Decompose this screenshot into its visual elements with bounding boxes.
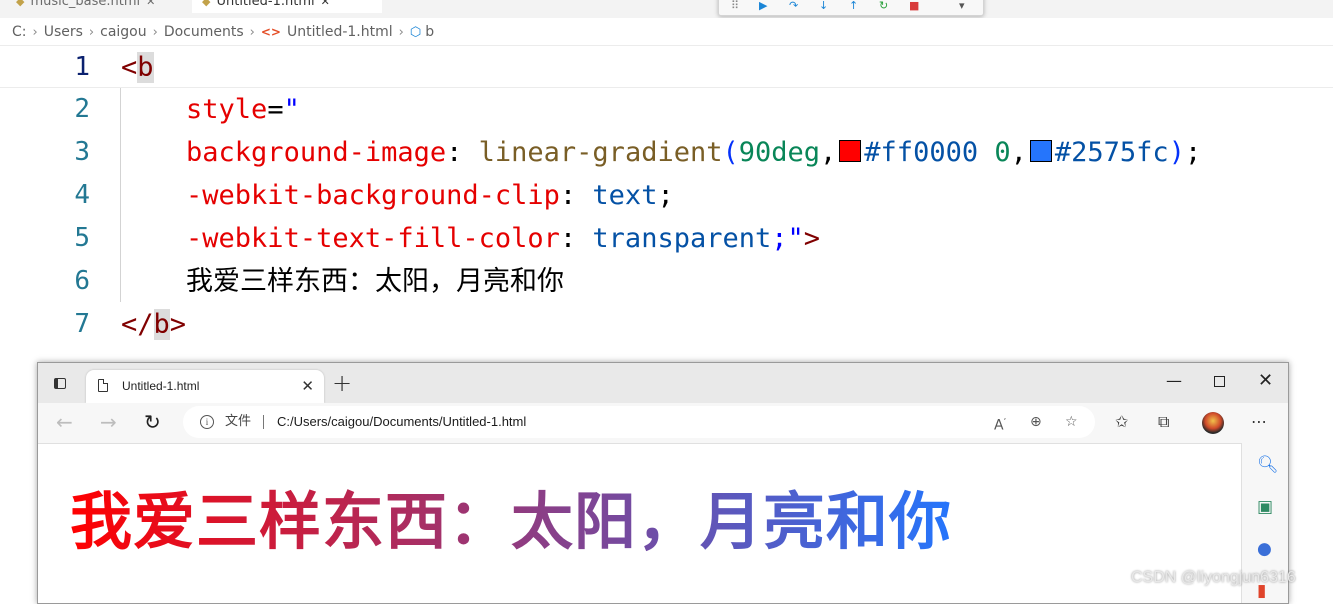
tab-actions-icon[interactable] xyxy=(54,378,66,389)
code-line[interactable]: 2 style=" xyxy=(0,88,1333,131)
address-bar[interactable]: i 文件 C:/Users/caigou/Documents/Untitled-… xyxy=(183,406,1095,438)
step-into-icon[interactable]: ↓ xyxy=(819,0,828,11)
browser-title-bar: Untitled-1.html ✕ + — ✕ xyxy=(38,363,1288,403)
zoom-icon[interactable]: ⊕ xyxy=(1030,406,1042,438)
step-over-icon[interactable]: ↷ xyxy=(789,0,798,11)
maximize-button[interactable] xyxy=(1214,376,1225,387)
browser-toolbar: ← → ↻ i 文件 C:/Users/caigou/Documents/Unt… xyxy=(38,403,1288,443)
more-icon[interactable]: ⋯ xyxy=(1251,411,1267,433)
editor-tab-untitled[interactable]: ◆ Untitled-1.html ✕ xyxy=(192,0,382,13)
chevron-right-icon: › xyxy=(249,25,255,40)
favorites-icon[interactable]: ✩ xyxy=(1115,411,1128,433)
editor-tab-music-base[interactable]: ◆ music_base.html ✕ xyxy=(16,0,155,13)
browser-tab[interactable]: Untitled-1.html ✕ xyxy=(86,370,324,403)
editor-tab-label: Untitled-1.html xyxy=(216,0,315,9)
code-line[interactable]: 1 <b xyxy=(0,45,1333,88)
breadcrumb-item[interactable]: b xyxy=(425,24,434,40)
continue-icon[interactable]: ▶ xyxy=(759,0,767,11)
collections-icon[interactable]: ⧉ xyxy=(1158,411,1169,433)
forward-arrow-icon[interactable]: → xyxy=(100,409,117,435)
stop-icon[interactable]: ■ xyxy=(909,0,919,11)
editor-tab-label: music_base.html xyxy=(30,0,141,9)
minimize-button[interactable]: — xyxy=(1166,369,1182,393)
line-number: 5 xyxy=(74,223,90,253)
refresh-icon[interactable]: ↻ xyxy=(144,409,161,435)
address-divider xyxy=(263,415,264,429)
code-text: background-image: linear-gradient(90deg,… xyxy=(186,137,1202,168)
tab-close-icon[interactable]: ✕ xyxy=(321,0,330,8)
code-text: style=" xyxy=(186,94,300,125)
code-text: -webkit-text-fill-color: transparent;"> xyxy=(186,223,821,254)
read-aloud-icon[interactable]: Aʼ xyxy=(994,406,1006,442)
profile-avatar[interactable] xyxy=(1202,412,1224,434)
close-tab-button[interactable]: ✕ xyxy=(301,370,314,402)
document-icon xyxy=(98,379,108,392)
watermark: CSDN @liyongjun6316 xyxy=(1131,569,1296,586)
line-number: 7 xyxy=(74,309,90,339)
editor-tab-strip: ◆ music_base.html ✕ ◆ Untitled-1.html ✕ ⠿ ▶ … xyxy=(0,0,1333,18)
chevron-right-icon: › xyxy=(88,25,95,40)
code-editor[interactable]: 1 <b 2 style=" 3 background-image: linea… xyxy=(0,45,1333,350)
code-line[interactable]: 7 </b> xyxy=(0,303,1333,346)
line-number: 6 xyxy=(74,266,90,296)
breadcrumb-item[interactable]: Users xyxy=(44,24,83,40)
breadcrumb-item[interactable]: Untitled-1.html xyxy=(287,24,393,40)
browser-window: Untitled-1.html ✕ + — ✕ ← → ↻ i 文件 C:/Us… xyxy=(37,362,1289,604)
line-number: 2 xyxy=(74,94,90,124)
chevron-right-icon: › xyxy=(152,25,158,40)
breadcrumb-item[interactable]: caigou xyxy=(100,24,147,40)
add-favorite-icon[interactable]: ☆ xyxy=(1065,406,1078,438)
step-out-icon[interactable]: ↑ xyxy=(849,0,858,11)
page-viewport: 我爱三样东西：太阳，月亮和你 xyxy=(38,443,1241,603)
color-swatch-blue[interactable] xyxy=(1029,140,1052,162)
new-tab-button[interactable]: + xyxy=(332,369,352,397)
restart-icon[interactable]: ↻ xyxy=(879,0,888,11)
close-window-button[interactable]: ✕ xyxy=(1258,369,1273,393)
breadcrumb-item[interactable]: Documents xyxy=(164,24,244,40)
drag-handle-icon[interactable]: ⠿ xyxy=(731,0,739,11)
more-icon[interactable]: ▾ xyxy=(959,0,965,11)
back-arrow-icon[interactable]: ← xyxy=(56,409,73,435)
gradient-heading: 我爱三样东西：太阳，月亮和你 xyxy=(70,485,953,558)
search-icon[interactable]: 🔍︎ xyxy=(1257,455,1279,475)
code-text: 我爱三样东西：太阳，月亮和你 xyxy=(186,266,565,297)
breadcrumb-item[interactable]: C: xyxy=(12,24,27,40)
html-file-icon: <> xyxy=(260,25,281,39)
browser-tab-title: Untitled-1.html xyxy=(122,379,200,393)
chevron-right-icon: › xyxy=(32,25,38,40)
chevron-right-icon: › xyxy=(398,25,404,40)
html-file-icon: ◆ xyxy=(16,0,25,8)
line-number: 3 xyxy=(74,137,90,167)
address-file-label: 文件 xyxy=(225,414,252,429)
site-info-icon[interactable]: i xyxy=(200,415,214,429)
tab-close-icon[interactable]: ✕ xyxy=(146,0,155,8)
line-number: 1 xyxy=(74,52,90,82)
html-file-icon: ◆ xyxy=(202,0,211,8)
people-icon[interactable]: ● xyxy=(1257,539,1272,559)
code-text: <b xyxy=(121,52,154,83)
tools-icon[interactable]: ▣ xyxy=(1257,497,1273,517)
element-cube-icon: ⬡ xyxy=(409,25,422,40)
breadcrumb: C: › Users › caigou › Documents › <> Untitled-1.h… xyxy=(12,22,434,42)
code-line[interactable]: 4 -webkit-background-clip: text; xyxy=(0,174,1333,217)
code-line[interactable]: 5 -webkit-text-fill-color: transparent;"… xyxy=(0,217,1333,260)
debug-toolbar: ⠿ ▶ ↷ ↓ ↑ ↻ ■ ▾ xyxy=(718,0,984,16)
color-swatch-red[interactable] xyxy=(839,140,862,162)
line-number: 4 xyxy=(74,180,90,210)
code-text: -webkit-background-clip: text; xyxy=(186,180,674,211)
code-line[interactable]: 3 background-image: linear-gradient(90de… xyxy=(0,131,1333,174)
code-text: </b> xyxy=(121,309,187,340)
address-url[interactable]: C:/Users/caigou/Documents/Untitled-1.htm… xyxy=(277,406,526,438)
code-line[interactable]: 6 我爱三样东西：太阳，月亮和你 xyxy=(0,260,1333,303)
